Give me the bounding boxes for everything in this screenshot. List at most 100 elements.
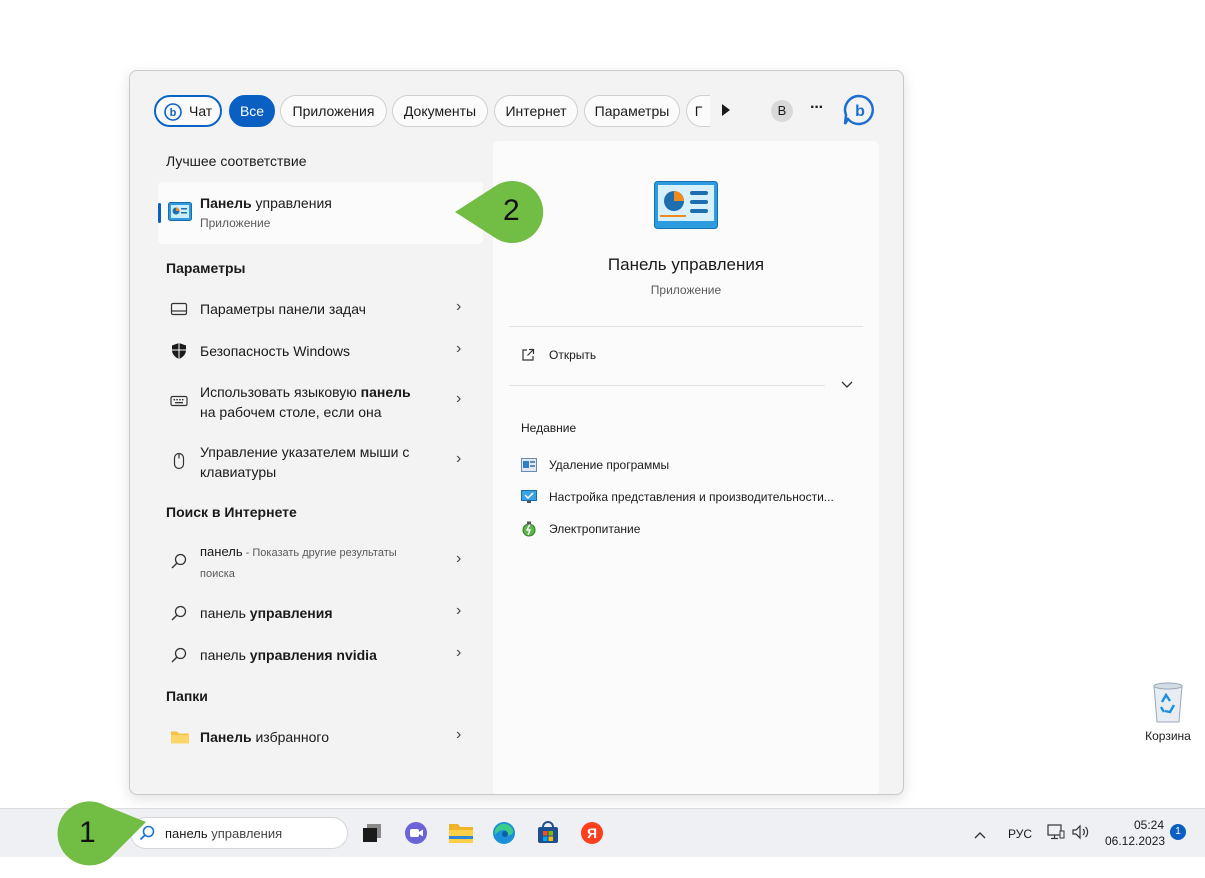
- edge-browser-icon[interactable]: [492, 821, 516, 845]
- recent-item-power-label: Электропитание: [549, 522, 641, 536]
- web-nvidia-query-bold: управления nvidia: [249, 647, 377, 663]
- divider: [509, 385, 825, 386]
- documents-filter-button[interactable]: Документы: [392, 95, 488, 127]
- volume-icon[interactable]: [1071, 824, 1091, 845]
- keyboard-icon: [170, 392, 188, 410]
- bing-icon[interactable]: b: [842, 93, 876, 132]
- svg-text:Я: Я: [587, 825, 597, 841]
- task-view-icon[interactable]: [360, 821, 384, 845]
- scroll-filters-right-icon[interactable]: [721, 103, 731, 122]
- more-options-button[interactable]: ···: [810, 99, 824, 117]
- microsoft-store-icon[interactable]: [536, 821, 560, 845]
- best-match-title-bold: Панель: [200, 195, 252, 211]
- search-icon: [170, 552, 188, 570]
- folder-icon: [170, 728, 190, 746]
- recent-item-performance[interactable]: Настройка представления и производительн…: [509, 483, 863, 511]
- search-icon: [170, 646, 188, 664]
- taskbar-search-box[interactable]: панель управления: [130, 817, 348, 849]
- yandex-browser-icon[interactable]: Я: [580, 821, 604, 845]
- web-more-results-hint: - Показать другие результаты: [242, 547, 397, 559]
- all-filter-button[interactable]: Все: [229, 95, 275, 127]
- windows-security-label: Безопасность Windows: [200, 343, 350, 359]
- mouse-icon: [170, 452, 188, 470]
- detail-subtitle: Приложение: [650, 283, 722, 297]
- account-avatar[interactable]: В: [771, 100, 793, 122]
- chevron-up-icon[interactable]: [974, 826, 986, 844]
- list-item-mouse-keys[interactable]: Управление указателем мыши с клавиатуры …: [158, 433, 482, 489]
- truncated-filter-button[interactable]: Г: [686, 95, 710, 127]
- taskbar-search-text: панель управления: [165, 826, 282, 841]
- bing-chat-icon: b: [164, 102, 182, 121]
- clock-time[interactable]: 05:24: [1134, 818, 1164, 832]
- recycle-bin-icon: [1148, 680, 1188, 729]
- programs-icon: [521, 458, 537, 477]
- web-more-results-query: панель: [200, 544, 243, 559]
- monitor-check-icon: [521, 490, 537, 509]
- language-bar-line2: на рабочем столе, если она: [200, 404, 382, 420]
- language-bar-label: Использовать языковую панель на рабочем …: [200, 382, 411, 422]
- recent-item-uninstall-label: Удаление программы: [549, 458, 670, 472]
- control-panel-large-icon: [654, 181, 718, 234]
- list-item-windows-security[interactable]: Безопасность Windows ›: [158, 331, 482, 371]
- chevron-down-icon[interactable]: [841, 376, 853, 394]
- best-match-subtitle: Приложение: [200, 216, 271, 230]
- web-nvidia-label: панель управления nvidia: [200, 645, 377, 665]
- settings-section-heading: Параметры: [166, 260, 246, 276]
- clock-date[interactable]: 06.12.2023: [1105, 834, 1165, 848]
- chevron-right-icon: ›: [456, 644, 462, 661]
- favorites-bar-bold: Панель: [200, 729, 252, 745]
- selection-indicator: [158, 203, 161, 223]
- callout-1-number: 1: [79, 816, 96, 849]
- search-panel: b Чат Все Приложения Документы Интернет …: [129, 70, 904, 795]
- recent-heading: Недавние: [521, 421, 577, 435]
- internet-filter-button[interactable]: Интернет: [494, 95, 578, 127]
- chevron-right-icon: ›: [456, 726, 462, 743]
- recent-item-power[interactable]: Электропитание: [509, 515, 863, 543]
- language-bar-line1-bold: панель: [360, 384, 411, 400]
- favorites-bar-rest: избранного: [251, 729, 329, 745]
- mouse-keys-label: Управление указателем мыши с клавиатуры: [200, 442, 409, 482]
- taskbar-settings-label: Параметры панели задач: [200, 301, 366, 317]
- power-options-icon: [521, 521, 537, 542]
- best-match-item[interactable]: Панель управления Приложение: [158, 182, 483, 244]
- file-explorer-icon[interactable]: [448, 821, 473, 845]
- taskbar: панель управления Я РУС 05:24 06.12.2023…: [0, 808, 1205, 857]
- list-item-web-more-results[interactable]: панель - Показать другие результаты поис…: [158, 533, 482, 589]
- web-more-results-label: панель - Показать другие результаты поис…: [200, 542, 397, 584]
- web-control-panel-query-bold: управления: [249, 605, 333, 621]
- taskbar-search-query: панель: [165, 826, 208, 841]
- mouse-keys-line1: Управление указателем мыши с: [200, 444, 410, 460]
- list-item-web-control-panel[interactable]: панель управления ›: [158, 593, 482, 633]
- recent-item-uninstall[interactable]: Удаление программы: [509, 451, 863, 479]
- settings-filter-button[interactable]: Параметры: [584, 95, 680, 127]
- network-icon[interactable]: [1047, 824, 1065, 845]
- input-language-indicator[interactable]: РУС: [1008, 827, 1032, 841]
- divider: [509, 326, 863, 327]
- chevron-right-icon: ›: [456, 450, 462, 467]
- chat-filter-label: Чат: [189, 103, 213, 119]
- recycle-bin-desktop-icon[interactable]: Корзина: [1138, 680, 1198, 746]
- web-control-panel-label: панель управления: [200, 603, 333, 623]
- chevron-right-icon: ›: [456, 340, 462, 357]
- chevron-right-icon: ›: [456, 298, 462, 315]
- web-control-panel-query: панель: [200, 605, 250, 621]
- chevron-right-icon: ›: [456, 390, 462, 407]
- chevron-right-icon: ›: [456, 602, 462, 619]
- best-match-heading: Лучшее соответствие: [166, 153, 307, 169]
- recycle-bin-label: Корзина: [1145, 729, 1191, 743]
- recent-item-performance-label: Настройка представления и производительн…: [549, 490, 834, 504]
- control-panel-icon: [168, 202, 192, 227]
- folders-heading: Папки: [166, 688, 208, 704]
- list-item-language-bar[interactable]: Использовать языковую панель на рабочем …: [158, 373, 482, 429]
- chat-filter-button[interactable]: b Чат: [154, 95, 222, 127]
- taskbar-settings-icon: [170, 300, 188, 318]
- web-nvidia-query: панель: [200, 647, 250, 663]
- open-action[interactable]: Открыть: [509, 338, 863, 374]
- list-item-web-nvidia[interactable]: панель управления nvidia ›: [158, 635, 482, 675]
- apps-filter-button[interactable]: Приложения: [280, 95, 387, 127]
- notification-badge[interactable]: 1: [1170, 824, 1186, 840]
- teams-chat-icon[interactable]: [404, 821, 428, 845]
- web-search-heading: Поиск в Интернете: [166, 504, 297, 520]
- list-item-favorites-bar[interactable]: Панель избранного ›: [158, 717, 482, 757]
- list-item-taskbar-settings[interactable]: Параметры панели задач ›: [158, 289, 482, 329]
